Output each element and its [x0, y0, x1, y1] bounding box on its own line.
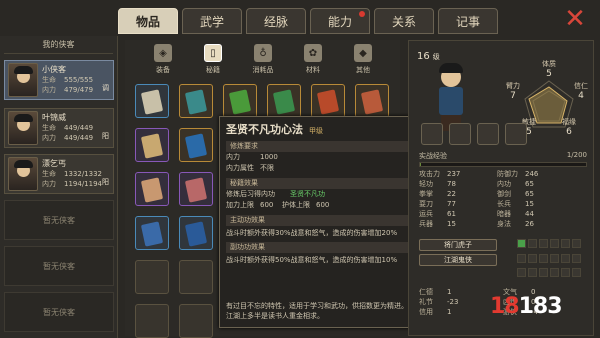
- sub-effect-desc: 战斗时额外获得50%战意和怒气，造成的伤害增加10%: [226, 256, 398, 264]
- book-icon: ▯: [204, 44, 222, 62]
- close-icon[interactable]: ✕: [562, 6, 588, 32]
- subtab-manuals[interactable]: ▯ 秘籍: [193, 44, 233, 82]
- equipment-slots: [421, 123, 527, 145]
- hero-list-title: 我的侠客: [4, 36, 113, 54]
- empty-hero-slot[interactable]: 暂无侠客: [4, 246, 114, 286]
- watermark-logo: 18183: [490, 294, 563, 319]
- avatar: [8, 157, 38, 191]
- tab-journal[interactable]: 记事: [438, 8, 498, 34]
- manual-icon: [184, 221, 208, 247]
- stat-luck: 福缘 6: [562, 118, 576, 137]
- herb-icon: ✿: [304, 44, 322, 62]
- hero-card[interactable]: 叶锦威 生命 449/449 内力 449/449 阳: [4, 108, 114, 148]
- item-slot[interactable]: [179, 260, 213, 294]
- manual-icon: [140, 177, 164, 203]
- hero-card[interactable]: 小侠客 生命 555/555 内力 479/479 调: [4, 60, 114, 100]
- manual-icon: [184, 177, 208, 203]
- manual-slot[interactable]: [477, 123, 499, 145]
- item-tooltip: 圣贤不凡功心法 甲级 修炼要求 内力 1000 内力属性 不限 秘籍效果 修炼后习得内…: [219, 116, 417, 328]
- hero-name: 小侠客: [42, 65, 66, 74]
- hero-name: 漂乞丐: [42, 159, 66, 168]
- trait-button-1[interactable]: 将门虎子: [419, 239, 497, 251]
- item-slot[interactable]: [223, 84, 257, 118]
- accessory-slot[interactable]: [505, 123, 527, 145]
- section-effect: 秘籍效果: [226, 178, 410, 189]
- item-slot[interactable]: [179, 216, 213, 250]
- item-slot[interactable]: [267, 84, 301, 118]
- item-slot[interactable]: [135, 304, 169, 338]
- grade-label: 甲级: [309, 127, 323, 135]
- item-slot[interactable]: [135, 128, 169, 162]
- subtab-consumables[interactable]: ♁ 消耗品: [243, 44, 283, 82]
- experience-bar: 实战经验 1/200: [419, 151, 587, 167]
- manual-icon: [184, 133, 208, 159]
- trait-button-2[interactable]: 江湖鬼侠: [419, 254, 497, 266]
- manual-icon: [184, 89, 208, 115]
- manual-icon: [360, 89, 384, 115]
- item-slot[interactable]: [179, 304, 213, 338]
- manual-icon: [316, 89, 340, 115]
- stat-strength: 臂力 7: [506, 82, 520, 101]
- tab-ability[interactable]: 能力: [310, 8, 370, 34]
- hero-name: 叶锦威: [42, 113, 66, 122]
- game-screen: 物品 武学 经脉 能力 关系 记事 ✕ 我的侠客 小侠客 生命 555/555 内…: [0, 0, 600, 338]
- section-main-effect: 主动功效果: [226, 215, 410, 226]
- item-slot[interactable]: [135, 260, 169, 294]
- item-slot[interactable]: [135, 84, 169, 118]
- potion-icon: ♁: [254, 44, 272, 62]
- manual-icon: [140, 89, 164, 115]
- section-sub-effect: 副功功效果: [226, 242, 410, 253]
- item-slot[interactable]: [135, 172, 169, 206]
- hero-tag: 阳: [102, 178, 109, 186]
- stat-constitution: 体质 5: [542, 60, 556, 79]
- item-slot[interactable]: [311, 84, 345, 118]
- stat-faith: 信仁 4: [574, 82, 588, 101]
- main-tabs: 物品 武学 经脉 能力 关系 记事: [118, 8, 498, 38]
- bag-icon: ◆: [354, 44, 372, 62]
- empty-hero-slot[interactable]: 暂无侠客: [4, 200, 114, 240]
- item-slot[interactable]: [355, 84, 389, 118]
- tab-relations[interactable]: 关系: [374, 8, 434, 34]
- main-effect-desc: 战斗时额外获得30%战意和怒气，造成的伤害增加20%: [226, 229, 398, 237]
- experience-fill: [420, 163, 421, 166]
- item-slot[interactable]: [179, 84, 213, 118]
- skill-grid: [517, 239, 585, 281]
- item-category-tabs: ◈ 装备 ▯ 秘籍 ♁ 消耗品 ✿ 材料 ◆ 其他: [143, 44, 383, 82]
- subtab-other[interactable]: ◆ 其他: [343, 44, 383, 82]
- item-slot[interactable]: [135, 216, 169, 250]
- tab-martial[interactable]: 武学: [182, 8, 242, 34]
- section-requirements: 修炼要求: [226, 141, 410, 152]
- avatar: [8, 111, 38, 145]
- combat-stats: 攻击力 237 防御力 246 轻功 78 内功 65 拳掌 22 御剑 65 耍刀 77 长兵 15 …: [419, 170, 539, 228]
- armor-slot[interactable]: [449, 123, 471, 145]
- armor-icon: ◈: [154, 44, 172, 62]
- hero-tag: 阳: [102, 132, 109, 140]
- manual-icon: [140, 133, 164, 159]
- tab-meridian[interactable]: 经脉: [246, 8, 306, 34]
- avatar: [8, 63, 38, 97]
- notification-dot: [359, 11, 365, 17]
- subtab-materials[interactable]: ✿ 材料: [293, 44, 333, 82]
- tooltip-title: 圣贤不凡功心法 甲级: [226, 123, 323, 136]
- empty-hero-slot[interactable]: 暂无侠客: [4, 292, 114, 332]
- item-slot[interactable]: [179, 128, 213, 162]
- item-slot[interactable]: [179, 172, 213, 206]
- hero-card[interactable]: 漂乞丐 生命 1332/1332 内力 1194/1194 阳: [4, 154, 114, 194]
- manual-icon: [140, 221, 164, 247]
- item-description: 有过目不忘的特性，适用于学习和武功，供招数更为精进。江湖上多半是读书人重金相求。: [226, 302, 408, 320]
- tab-items[interactable]: 物品: [118, 8, 178, 34]
- level-label: 16 级: [417, 51, 440, 62]
- hero-list-panel: 我的侠客 小侠客 生命 555/555 内力 479/479 调 叶锦威 生命 449…: [0, 36, 118, 338]
- trait-buttons: 将门虎子 江湖鬼侠: [419, 239, 497, 269]
- manual-icon: [228, 89, 252, 115]
- manual-icon: [272, 89, 296, 115]
- weapon-slot[interactable]: [421, 123, 443, 145]
- hero-tag: 调: [102, 84, 109, 92]
- character-panel: 16 级 体质 5 信仁 4 福缘 6 敏捷 5 臂力 7 实战经验 1/200 攻击力 237…: [408, 40, 594, 336]
- subtab-equipment[interactable]: ◈ 装备: [143, 44, 183, 82]
